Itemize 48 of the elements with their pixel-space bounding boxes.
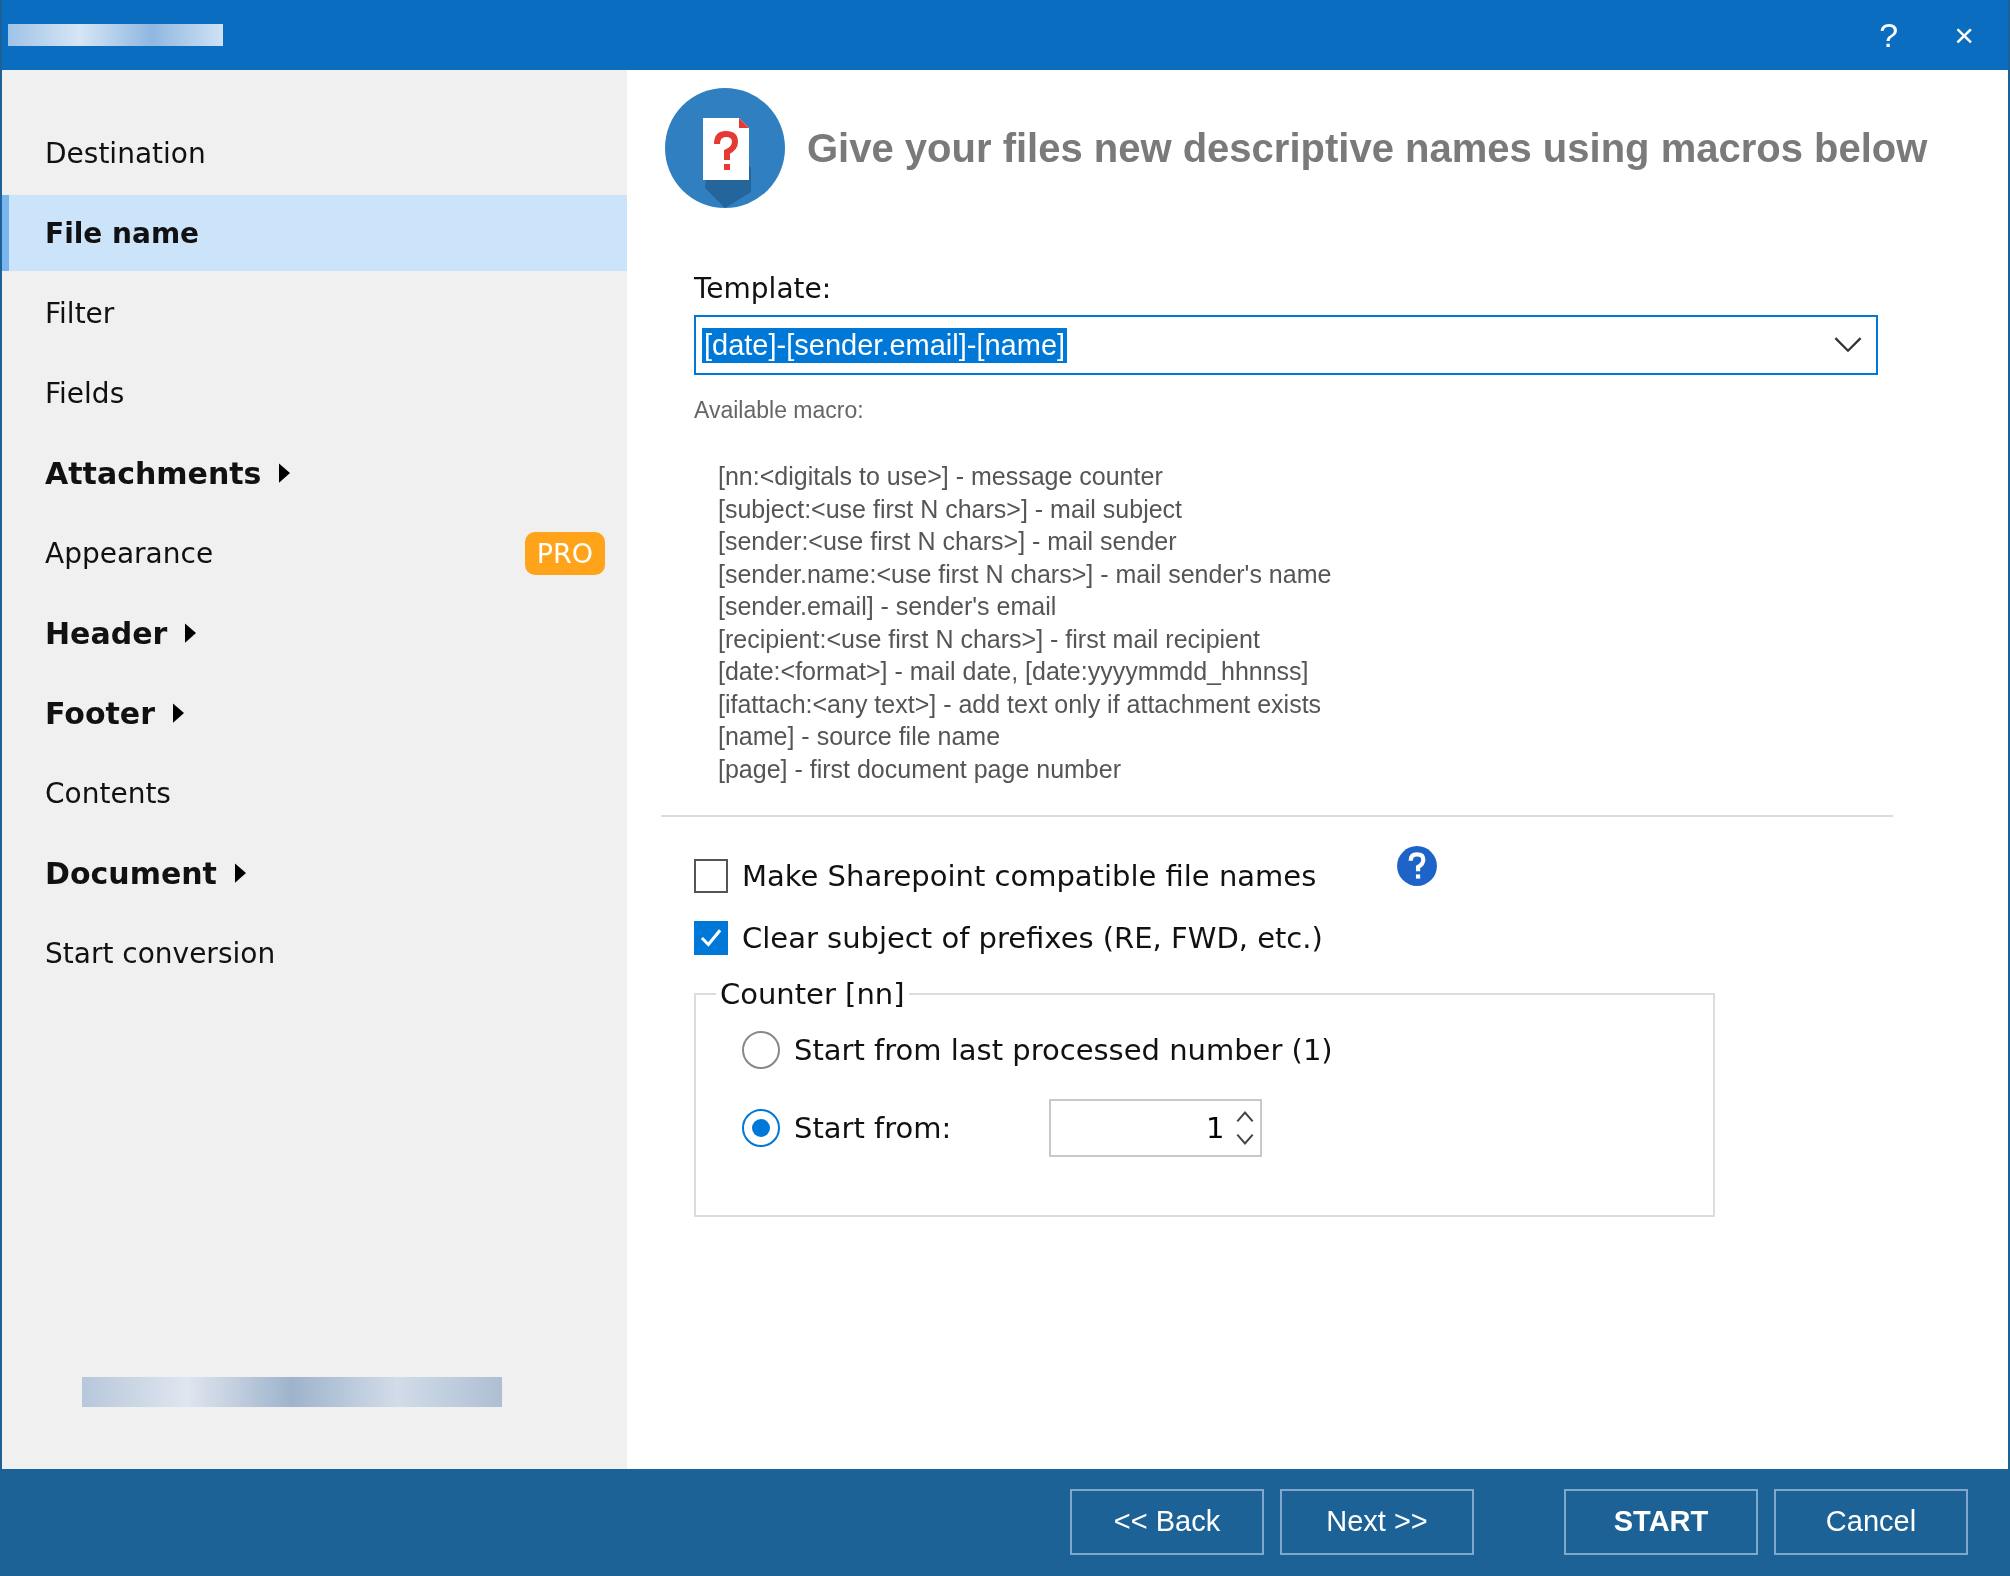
macro-description: [sender.name:<use first N chars>] - mail sender's name [718,558,1333,590]
macro-description: [name] - source file name [718,721,1002,752]
radio-label[interactable]: Start from: [794,1111,952,1145]
triangle-right-icon [173,703,184,723]
macro-description: [subject:<use first N chars>] - mail subject [718,493,1184,525]
sidebar-item[interactable]: Attachments [2,435,627,511]
macro-description: [ifattach:<any text>] - add text only if attachment exists [718,688,1323,720]
sidebar-item[interactable]: Header [2,595,627,671]
sidebar-item[interactable]: Footer [2,675,627,751]
page-heading: Give your files new descriptive names using macros below [807,125,1928,171]
help-icon[interactable] [1396,845,1439,887]
sidebar-item[interactable]: Appearance PRO [2,515,627,591]
checkbox[interactable] [694,859,728,893]
macro-description: [date:<format>] - mail date, [date:yyyymmdd_hhnnss] [718,656,1310,687]
document-question-icon [665,88,785,208]
macro-description: [recipient:<use first N chars>] - first mail recipient [718,623,1261,655]
help-button[interactable]: ? [1879,15,1899,55]
radio-button[interactable] [742,1031,780,1069]
wizard-button[interactable]: Next >> [1280,1488,1474,1555]
chevron-down-icon [1834,337,1862,353]
wizard-button[interactable]: START [1564,1488,1758,1555]
sidebar-item[interactable]: Filter [2,275,627,351]
sidebar-item[interactable]: Contents [2,755,627,831]
sidebar-item[interactable]: Document [2,835,627,911]
triangle-right-icon [234,863,246,883]
wizard-button[interactable]: << Back [1070,1488,1264,1555]
sidebar-item[interactable]: File name [2,195,627,271]
macro-description: [page] - first document page number [718,753,1122,785]
macros-label: Available macro: [694,397,865,424]
macro-description: [nn:<digitals to use>] - message counter [718,461,1164,492]
macro-description: [sender.email] - sender's email [718,591,1058,622]
triangle-right-icon [279,463,291,483]
sidebar-item[interactable]: Destination [2,115,627,191]
radio-label[interactable]: Start from last processed number (1) [794,1033,1333,1067]
radio-button[interactable] [742,1109,780,1147]
checkbox-label[interactable]: Clear subject of prefixes (RE, FWD, etc.) [742,921,1323,955]
close-button[interactable]: × [1954,15,1974,55]
sidebar-item[interactable]: Start conversion [2,915,627,991]
template-label: Template: [694,272,833,305]
checkbox[interactable] [694,921,728,955]
number-spin-field[interactable]: 1 [1049,1099,1263,1157]
template-combo-box[interactable]: [date]-[sender.email]-[name] [694,315,1878,375]
pro-badge: PRO [524,531,605,575]
checkbox-label[interactable]: Make Sharepoint compatible file names [742,859,1317,893]
macro-description: [sender:<use first N chars>] - mail sender [718,526,1178,557]
sidebar-item[interactable]: Fields [2,355,627,431]
triangle-right-icon [185,623,197,643]
wizard-button[interactable]: Cancel [1774,1488,1968,1555]
